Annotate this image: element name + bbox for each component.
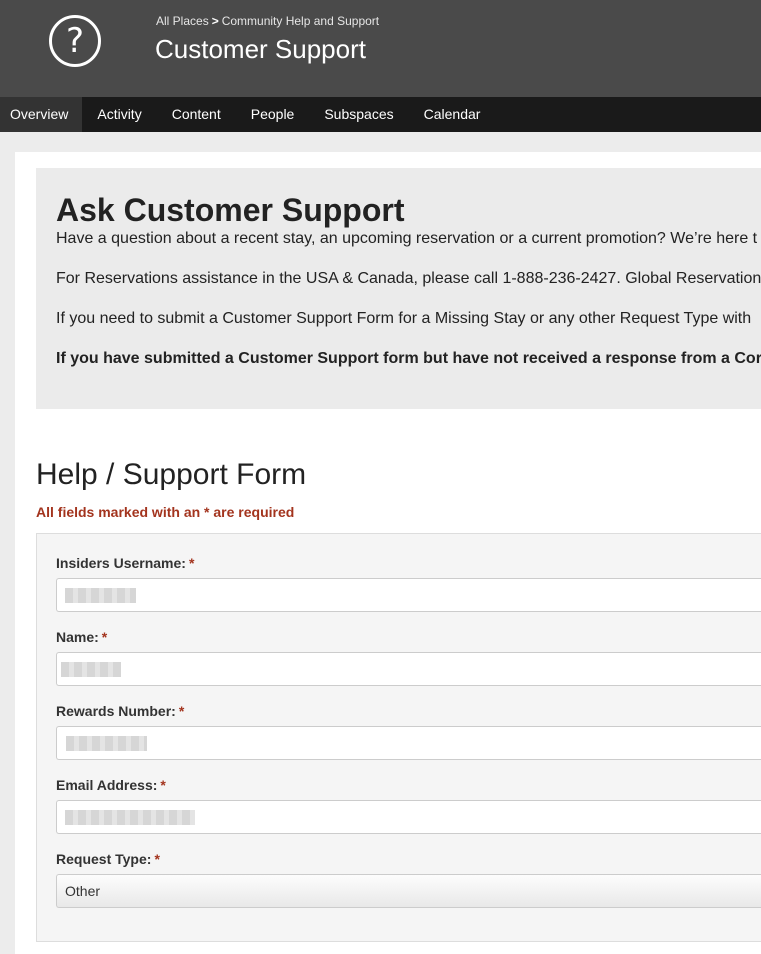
tab-overview[interactable]: Overview bbox=[0, 97, 83, 132]
ask-paragraph-reservations: For Reservations assistance in the USA &… bbox=[56, 270, 761, 287]
required-mark: * bbox=[154, 851, 160, 867]
tab-calendar[interactable]: Calendar bbox=[409, 97, 496, 132]
field-label-username: Insiders Username: * bbox=[56, 555, 195, 571]
tab-people[interactable]: People bbox=[236, 97, 310, 132]
tab-content[interactable]: Content bbox=[157, 97, 236, 132]
redacted-value bbox=[65, 810, 195, 825]
redacted-value bbox=[66, 736, 147, 751]
question-circle-icon: ? bbox=[49, 15, 101, 67]
breadcrumb-separator: > bbox=[211, 14, 219, 28]
ask-support-box: Ask Customer Support Have a question abo… bbox=[36, 168, 761, 409]
request-type-select[interactable]: Other bbox=[56, 874, 761, 908]
breadcrumb: All Places > Community Help and Support bbox=[156, 14, 379, 28]
redacted-value bbox=[61, 662, 121, 677]
main-content: Ask Customer Support Have a question abo… bbox=[15, 152, 761, 954]
page-title: Customer Support bbox=[155, 34, 366, 64]
required-note: All fields marked with an * are required bbox=[36, 504, 295, 520]
support-form: Insiders Username: * Name: * Rewards Numbe… bbox=[36, 533, 761, 942]
name-input[interactable] bbox=[56, 652, 761, 686]
ask-paragraph-form: If you need to submit a Customer Support… bbox=[56, 310, 752, 327]
tab-activity[interactable]: Activity bbox=[82, 97, 156, 132]
ask-paragraph-question: Have a question about a recent stay, an … bbox=[56, 230, 758, 247]
required-mark: * bbox=[178, 703, 185, 719]
username-input[interactable] bbox=[56, 578, 761, 612]
space-header: ? All Places > Community Help and Support … bbox=[0, 0, 761, 97]
form-title: Help / Support Form bbox=[36, 458, 307, 491]
field-label-email: Email Address: * bbox=[56, 777, 166, 793]
email-input[interactable] bbox=[56, 800, 761, 834]
field-label-request-type: Request Type: * bbox=[56, 851, 160, 867]
required-mark: * bbox=[101, 629, 108, 645]
space-nav: Overview Activity Content People Subspac… bbox=[0, 97, 761, 132]
breadcrumb-community-help[interactable]: Community Help and Support bbox=[222, 14, 379, 28]
required-mark: * bbox=[188, 555, 195, 571]
rewards-number-input[interactable] bbox=[56, 726, 761, 760]
required-mark: * bbox=[160, 777, 166, 793]
ask-title: Ask Customer Support bbox=[56, 192, 405, 228]
redacted-value bbox=[65, 588, 136, 603]
ask-paragraph-no-response: If you have submitted a Customer Support… bbox=[56, 350, 761, 367]
tab-subspaces[interactable]: Subspaces bbox=[309, 97, 408, 132]
field-label-name: Name: * bbox=[56, 629, 108, 645]
field-label-rewards: Rewards Number: * bbox=[56, 703, 185, 719]
breadcrumb-all-places[interactable]: All Places bbox=[156, 14, 209, 28]
